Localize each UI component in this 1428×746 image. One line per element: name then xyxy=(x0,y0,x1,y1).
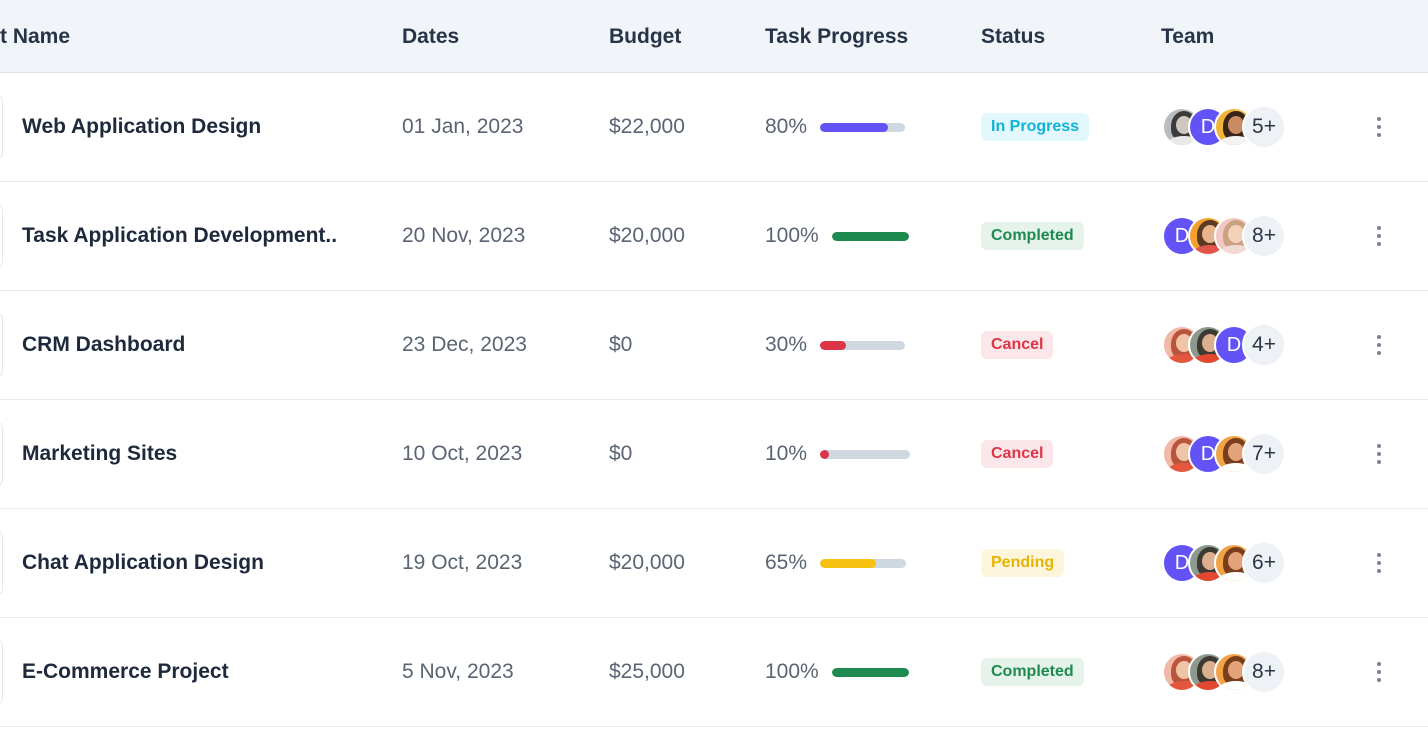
table-row[interactable]: Marketing Sites 10 Oct, 2023 $0 10% Canc… xyxy=(0,400,1428,509)
more-options-icon[interactable] xyxy=(1368,182,1390,290)
team-more-count[interactable]: 7+ xyxy=(1242,432,1286,476)
progress-bar xyxy=(820,558,907,568)
more-options-icon[interactable] xyxy=(1368,509,1390,617)
progress-bar xyxy=(820,122,906,132)
avatar-initial-letter: D xyxy=(1226,333,1242,356)
projects-table: t Name Dates Budget Task Progress Status… xyxy=(0,0,1428,727)
progress-percent: 10% xyxy=(765,442,808,465)
progress-bar xyxy=(831,231,909,241)
task-progress: 100% xyxy=(765,182,909,290)
project-date: 01 Jan, 2023 xyxy=(402,115,524,138)
team-avatars[interactable]: D 5+ xyxy=(1162,73,1286,181)
table-row[interactable]: CRM Dashboard 23 Dec, 2023 $0 30% Cancel… xyxy=(0,291,1428,400)
project-thumbnail[interactable] xyxy=(0,530,3,596)
table-row[interactable]: Web Application Design 01 Jan, 2023 $22,… xyxy=(0,73,1428,182)
progress-bar-fill xyxy=(820,449,830,459)
progress-bar-fill xyxy=(820,122,889,132)
project-name[interactable]: E-Commerce Project xyxy=(22,618,229,726)
status-badge: Cancel xyxy=(981,440,1054,468)
status-badge: Completed xyxy=(981,658,1084,686)
column-header-progress[interactable]: Task Progress xyxy=(765,25,908,49)
progress-percent: 80% xyxy=(765,115,808,138)
task-progress: 100% xyxy=(765,618,909,726)
project-date: 19 Oct, 2023 xyxy=(402,551,523,574)
status-cell: Completed xyxy=(981,182,1084,290)
project-budget: $20,000 xyxy=(609,224,685,247)
project-thumbnail[interactable] xyxy=(0,639,3,705)
more-options-icon[interactable] xyxy=(1368,400,1390,508)
progress-percent: 30% xyxy=(765,333,808,356)
project-date: 5 Nov, 2023 xyxy=(402,660,514,683)
table-header: t Name Dates Budget Task Progress Status… xyxy=(0,0,1428,73)
column-header-status[interactable]: Status xyxy=(981,25,1045,49)
project-name[interactable]: CRM Dashboard xyxy=(22,291,185,399)
project-budget: $25,000 xyxy=(609,660,685,683)
status-cell: Completed xyxy=(981,618,1084,726)
project-name[interactable]: Web Application Design xyxy=(22,73,261,181)
team-more-count[interactable]: 5+ xyxy=(1242,105,1286,149)
table-row[interactable]: Chat Application Design 19 Oct, 2023 $20… xyxy=(0,509,1428,618)
table-row[interactable]: E-Commerce Project 5 Nov, 2023 $25,000 1… xyxy=(0,618,1428,727)
project-date: 20 Nov, 2023 xyxy=(402,224,526,247)
status-badge: In Progress xyxy=(981,113,1090,141)
status-badge: Cancel xyxy=(981,331,1054,359)
project-date: 10 Oct, 2023 xyxy=(402,442,523,465)
progress-bar xyxy=(820,449,911,459)
status-cell: Cancel xyxy=(981,291,1054,399)
more-options-icon[interactable] xyxy=(1368,291,1390,399)
task-progress: 10% xyxy=(765,400,911,508)
status-cell: In Progress xyxy=(981,73,1090,181)
progress-bar xyxy=(831,667,909,677)
more-options-icon[interactable] xyxy=(1368,73,1390,181)
progress-bar-fill xyxy=(820,340,846,350)
column-header-dates[interactable]: Dates xyxy=(402,25,459,49)
table-body: Web Application Design 01 Jan, 2023 $22,… xyxy=(0,73,1428,727)
project-budget: $20,000 xyxy=(609,551,685,574)
team-more-count[interactable]: 8+ xyxy=(1242,650,1286,694)
project-thumbnail[interactable] xyxy=(0,312,3,378)
table-row[interactable]: Task Application Development.. 20 Nov, 2… xyxy=(0,182,1428,291)
task-progress: 65% xyxy=(765,509,907,617)
status-badge: Completed xyxy=(981,222,1084,250)
progress-bar-fill xyxy=(831,231,909,241)
project-budget: $22,000 xyxy=(609,115,685,138)
more-options-icon[interactable] xyxy=(1368,618,1390,726)
progress-percent: 65% xyxy=(765,551,808,574)
project-name[interactable]: Marketing Sites xyxy=(22,400,177,508)
progress-bar-fill xyxy=(831,667,909,677)
project-name[interactable]: Chat Application Design xyxy=(22,509,264,617)
column-header-team[interactable]: Team xyxy=(1161,25,1214,49)
project-budget: $0 xyxy=(609,442,633,465)
team-more-count[interactable]: 4+ xyxy=(1242,323,1286,367)
project-name[interactable]: Task Application Development.. xyxy=(22,182,337,290)
status-badge: Pending xyxy=(981,549,1065,577)
team-more-count[interactable]: 6+ xyxy=(1242,541,1286,585)
project-thumbnail[interactable] xyxy=(0,94,3,160)
status-cell: Pending xyxy=(981,509,1065,617)
task-progress: 30% xyxy=(765,291,906,399)
column-header-name[interactable]: t Name xyxy=(0,25,70,49)
project-date: 23 Dec, 2023 xyxy=(402,333,527,356)
team-avatars[interactable]: D 4+ xyxy=(1162,291,1286,399)
project-thumbnail[interactable] xyxy=(0,421,3,487)
team-avatars[interactable]: D 6+ xyxy=(1162,509,1286,617)
progress-percent: 100% xyxy=(765,660,819,683)
project-thumbnail[interactable] xyxy=(0,203,3,269)
team-avatars[interactable]: 8+ xyxy=(1162,618,1286,726)
progress-bar-fill xyxy=(820,558,876,568)
progress-bar xyxy=(820,340,906,350)
column-header-budget[interactable]: Budget xyxy=(609,25,681,49)
project-budget: $0 xyxy=(609,333,633,356)
team-more-count[interactable]: 8+ xyxy=(1242,214,1286,258)
status-cell: Cancel xyxy=(981,400,1054,508)
team-avatars[interactable]: D 8+ xyxy=(1162,182,1286,290)
progress-percent: 100% xyxy=(765,224,819,247)
task-progress: 80% xyxy=(765,73,906,181)
team-avatars[interactable]: D 7+ xyxy=(1162,400,1286,508)
